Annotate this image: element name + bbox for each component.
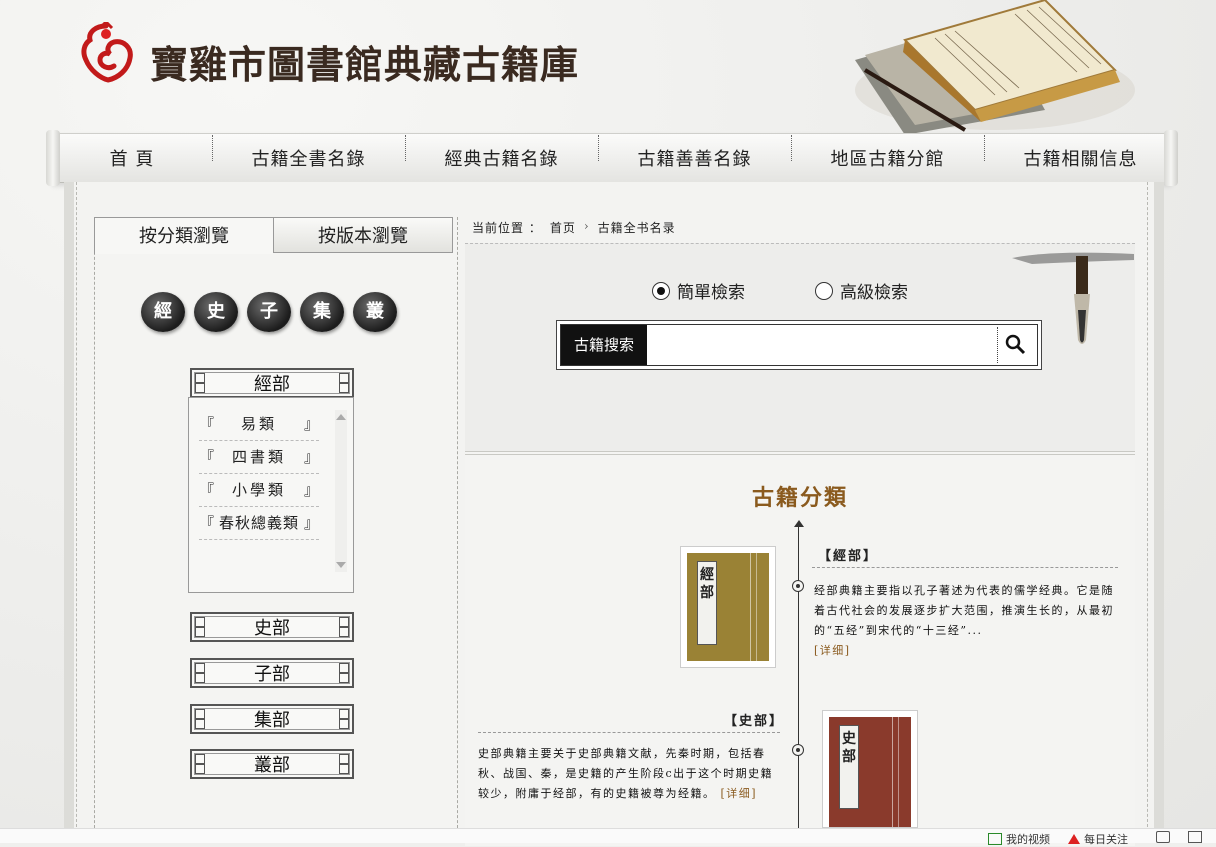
breadcrumb-home-link[interactable]: 首页 bbox=[550, 219, 576, 236]
jing-subcategory-list: 『 易類 』 『 四書類 』 『 小學類 』 『 春秋總義類 』 bbox=[188, 397, 354, 593]
tab-browse-by-category[interactable]: 按分類瀏覽 bbox=[94, 217, 273, 254]
subcategory-item-chunqiu[interactable]: 『 春秋總義類 』 bbox=[199, 507, 319, 540]
subcategory-item-sishu[interactable]: 『 四書類 』 bbox=[199, 441, 319, 474]
timeline-node-icon bbox=[792, 744, 804, 756]
radio-checked-icon bbox=[652, 281, 670, 300]
category-button-shi[interactable]: 史部 bbox=[190, 612, 354, 642]
radio-advanced-search[interactable]: 高級檢索 bbox=[815, 278, 908, 303]
book-cover-shi[interactable]: 史部 bbox=[822, 710, 918, 828]
search-button[interactable] bbox=[997, 327, 1034, 363]
search-box: 古籍搜索 bbox=[556, 320, 1042, 370]
entry-description-shi: 史部典籍主要关于史部典籍文献，先秦时期，包括春秋、战国、秦，是史籍的产生阶段c出… bbox=[478, 747, 774, 800]
daily-focus-button[interactable]: 每日关注 bbox=[1068, 831, 1128, 847]
nav-related-info[interactable]: 古籍相關信息 bbox=[984, 135, 1177, 171]
subcategory-item-yi[interactable]: 『 易類 』 bbox=[199, 408, 319, 441]
book-title-label: 史部 bbox=[839, 725, 859, 809]
scroll-up-icon[interactable] bbox=[336, 414, 346, 420]
scroll-down-icon[interactable] bbox=[336, 562, 346, 568]
tab-browse-by-edition[interactable]: 按版本瀏覽 bbox=[273, 217, 453, 253]
entry-divider bbox=[478, 732, 780, 733]
category-label: 史部 bbox=[254, 618, 290, 639]
site-title: 寶雞市圖書館典藏古籍庫 bbox=[150, 42, 580, 87]
category-button-cong[interactable]: 叢部 bbox=[190, 749, 354, 779]
nav-classic-catalog[interactable]: 經典古籍名錄 bbox=[405, 135, 598, 171]
class-shortcut-row: 經 史 子 集 叢 bbox=[141, 292, 397, 332]
breadcrumb-label: 当前位置 ： bbox=[472, 221, 542, 235]
timeline-node-icon bbox=[792, 580, 804, 592]
category-button-ji[interactable]: 集部 bbox=[190, 704, 354, 734]
category-label: 經部 bbox=[254, 374, 290, 395]
class-circle-shi[interactable]: 史 bbox=[194, 292, 238, 332]
nav-regional-branches[interactable]: 地區古籍分館 bbox=[791, 135, 984, 171]
library-logo-icon bbox=[81, 22, 133, 83]
search-input[interactable] bbox=[649, 325, 991, 365]
book-cover-image: 史部 bbox=[829, 717, 911, 827]
entry-heading-jing: 【經部】 bbox=[818, 549, 879, 564]
search-icon bbox=[1005, 334, 1026, 355]
search-label: 古籍搜索 bbox=[561, 325, 647, 365]
nav-full-catalog[interactable]: 古籍全書名錄 bbox=[212, 135, 405, 171]
timeline-arrow-icon bbox=[794, 520, 804, 527]
class-circle-zi[interactable]: 子 bbox=[247, 292, 291, 332]
subcategory-item-xiaoxue[interactable]: 『 小學類 』 bbox=[199, 474, 319, 507]
radio-simple-search[interactable]: 簡單檢索 bbox=[652, 278, 745, 303]
nav-home[interactable]: 首 頁 bbox=[52, 145, 212, 171]
category-label: 子部 bbox=[254, 664, 290, 685]
search-mode-group: 簡單檢索 高級檢索 bbox=[652, 278, 908, 303]
video-icon bbox=[988, 833, 1002, 845]
category-label: 集部 bbox=[254, 710, 290, 731]
main-nav: 首 頁 古籍全書名錄 經典古籍名錄 古籍善善名錄 地區古籍分館 古籍相關信息 bbox=[46, 130, 1178, 186]
book-title-label: 經部 bbox=[697, 561, 717, 645]
radio-unchecked-icon bbox=[815, 281, 833, 300]
entry-more-link-jing[interactable]: [详细] bbox=[814, 644, 851, 657]
class-circle-ji[interactable]: 集 bbox=[300, 292, 344, 332]
entry-description-jing: 经部典籍主要指以孔子著述为代表的儒学经典。它是随着古代社会的发展逐步扩大范围，推… bbox=[814, 584, 1114, 657]
timeline-line bbox=[798, 522, 799, 842]
book-cover-image: 經部 bbox=[687, 553, 769, 661]
subcategory-scrollbar[interactable] bbox=[335, 410, 347, 572]
shield-icon[interactable] bbox=[1156, 831, 1170, 843]
browse-tabs: 按分類瀏覽 按版本瀏覽 bbox=[94, 217, 456, 254]
class-circle-jing[interactable]: 經 bbox=[141, 292, 185, 332]
breadcrumb: 当前位置 ： 首页 › 古籍全书名录 bbox=[472, 219, 676, 236]
category-button-jing[interactable]: 經部 bbox=[190, 368, 354, 398]
breadcrumb-current: 古籍全书名录 bbox=[597, 221, 676, 235]
warning-icon bbox=[1068, 834, 1080, 844]
classification-title: 古籍分類 bbox=[751, 485, 848, 511]
browser-bottom-bar: 我的视频 每日关注 bbox=[0, 828, 1216, 846]
window-icon[interactable] bbox=[1188, 831, 1202, 843]
ancient-book-illustration bbox=[855, 0, 1135, 135]
entry-heading-shi: 【史部】 bbox=[724, 714, 785, 729]
nav-rare-catalog[interactable]: 古籍善善名錄 bbox=[598, 135, 791, 171]
book-cover-jing[interactable]: 經部 bbox=[680, 546, 776, 668]
class-circle-cong[interactable]: 叢 bbox=[353, 292, 397, 332]
breadcrumb-separator-icon: › bbox=[583, 219, 590, 233]
category-label: 叢部 bbox=[254, 755, 290, 776]
entry-divider bbox=[812, 567, 1118, 568]
category-button-zi[interactable]: 子部 bbox=[190, 658, 354, 688]
my-videos-button[interactable]: 我的视频 bbox=[988, 831, 1050, 847]
entry-more-link-shi[interactable]: [详细] bbox=[721, 787, 758, 800]
